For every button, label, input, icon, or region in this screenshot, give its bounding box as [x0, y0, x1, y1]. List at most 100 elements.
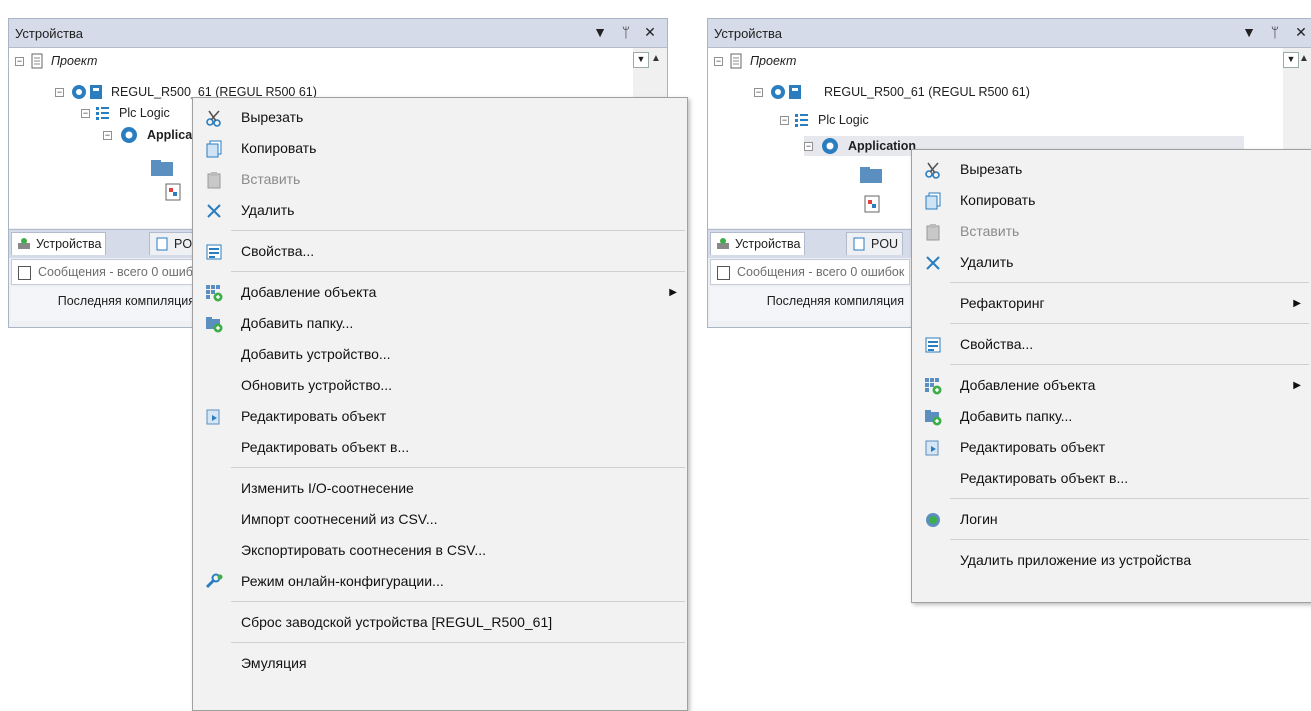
- collapse-icon[interactable]: −: [754, 88, 763, 97]
- menu-item-label: Свойства...: [241, 243, 315, 259]
- application-gear-icon: [822, 138, 838, 154]
- menu-item-label: Сброс заводской устройства [REGUL_R500_6…: [241, 614, 553, 630]
- menu-item-add-folder[interactable]: Добавить папку...: [912, 401, 1311, 432]
- menu-item-item-16[interactable]: Удалить приложение из устройства: [912, 545, 1311, 576]
- menu-item-item-16[interactable]: Экспортировать соотнесения в CSV...: [193, 535, 687, 566]
- tab-label: POU: [871, 237, 899, 251]
- dropdown-icon[interactable]: ▼: [633, 52, 649, 68]
- pin-icon[interactable]: ᛘ: [1266, 23, 1284, 41]
- scroll-up-icon[interactable]: ▲: [649, 52, 663, 66]
- menu-item-label: Изменить I/O-соотнесение: [241, 480, 414, 496]
- edit-object-icon: [925, 440, 939, 456]
- close-icon[interactable]: ✕: [641, 23, 659, 41]
- submenu-arrow-icon: ▶: [1293, 380, 1301, 391]
- pin-icon[interactable]: ᛘ: [617, 23, 635, 41]
- collapse-icon[interactable]: −: [81, 109, 90, 118]
- menu-separator: [950, 498, 1309, 499]
- collapse-icon[interactable]: −: [103, 131, 112, 140]
- menu-item-label: Удалить приложение из устройства: [960, 552, 1192, 568]
- menu-item-label: Импорт соотнесений из CSV...: [241, 511, 438, 527]
- menu-item-add-folder[interactable]: Добавить папку...: [193, 308, 687, 339]
- messages-bar[interactable]: Сообщения - всего 0 ошибок: [710, 259, 910, 285]
- menu-item-item-15[interactable]: Импорт соотнесений из CSV...: [193, 504, 687, 535]
- menu-item-item-19[interactable]: Сброс заводской устройства [REGUL_R500_6…: [193, 607, 687, 638]
- dropdown-icon[interactable]: ▼: [591, 23, 609, 41]
- menu-item-label: Удалить: [960, 254, 1014, 270]
- menu-separator: [231, 230, 685, 231]
- tree-item-plc-prg[interactable]: [862, 194, 884, 214]
- program-icon: [864, 195, 880, 213]
- menu-item-item-14[interactable]: Изменить I/O-соотнесение: [193, 473, 687, 504]
- menu-item-label: Удалить: [241, 202, 295, 218]
- menu-item-label: Рефакторинг: [960, 295, 1045, 311]
- messages-bar[interactable]: Сообщения - всего 0 ошибок: [11, 259, 201, 285]
- messages-text: Сообщения - всего 0 ошибок: [737, 265, 905, 279]
- scroll-up-icon[interactable]: ▲: [1297, 52, 1311, 66]
- tab-label: Устройства: [36, 237, 102, 251]
- device-gear-icon: [771, 85, 801, 99]
- menu-item-label: Копировать: [960, 192, 1036, 208]
- menu-item-item-12[interactable]: Редактировать объект в...: [912, 463, 1311, 494]
- properties-icon: [925, 337, 941, 353]
- collapse-icon[interactable]: −: [15, 57, 24, 66]
- collapse-icon[interactable]: −: [804, 142, 813, 151]
- menu-item-delete[interactable]: Удалить: [193, 195, 687, 226]
- tree-item-plc-prg[interactable]: [163, 182, 185, 202]
- menu-item-scissors[interactable]: Вырезать: [193, 102, 687, 133]
- edit-object-icon: [206, 409, 220, 425]
- menu-item-item-21[interactable]: Эмуляция: [193, 648, 687, 679]
- menu-item-properties[interactable]: Свойства...: [193, 236, 687, 267]
- menu-separator: [231, 601, 685, 602]
- messages-icon: [18, 266, 31, 280]
- menu-item-properties[interactable]: Свойства...: [912, 329, 1311, 360]
- column-header: Последняя компиляция: [11, 287, 201, 321]
- menu-item-add-object[interactable]: Добавление объекта ▶: [912, 370, 1311, 401]
- tree-label-device: REGUL_R500_61 (REGUL R500 61): [824, 85, 1030, 99]
- scissors-icon: [925, 162, 940, 179]
- menu-item-copy[interactable]: Копировать: [912, 185, 1311, 216]
- context-menu-left: Вырезать Копировать Вставить Удалить Свойств…: [192, 97, 688, 711]
- add-object-icon: [206, 285, 223, 302]
- tab-pou[interactable]: POU: [846, 232, 904, 255]
- application-gear-icon: [121, 127, 137, 143]
- menu-item-delete[interactable]: Удалить: [912, 247, 1311, 278]
- collapse-icon[interactable]: −: [780, 116, 789, 125]
- menu-item-online-config[interactable]: Режим онлайн-конфигурации...: [193, 566, 687, 597]
- collapse-icon[interactable]: −: [714, 57, 723, 66]
- menu-item-label: Добавление объекта: [241, 284, 377, 300]
- tree-item-library[interactable]: [858, 165, 886, 185]
- menu-separator: [950, 539, 1309, 540]
- tree-item-library[interactable]: [149, 158, 177, 178]
- menu-separator: [950, 323, 1309, 324]
- menu-item-item-5[interactable]: Рефакторинг ▶: [912, 288, 1311, 319]
- menu-item-edit-object[interactable]: Редактировать объект: [912, 432, 1311, 463]
- menu-item-label: Вставить: [241, 171, 301, 187]
- close-icon[interactable]: ✕: [1292, 23, 1310, 41]
- menu-item-label: Вставить: [960, 223, 1020, 239]
- menu-item-edit-object[interactable]: Редактировать объект: [193, 401, 687, 432]
- copy-icon: [206, 140, 222, 158]
- dropdown-icon[interactable]: ▼: [1240, 23, 1258, 41]
- tab-devices[interactable]: Устройства: [710, 232, 806, 255]
- folder-icon: [151, 160, 173, 176]
- menu-item-login[interactable]: Логин: [912, 504, 1311, 535]
- menu-item-copy[interactable]: Копировать: [193, 133, 687, 164]
- menu-item-label: Вырезать: [241, 109, 304, 125]
- menu-item-add-object[interactable]: Добавление объекта ▶: [193, 277, 687, 308]
- menu-item-item-10[interactable]: Обновить устройство...: [193, 370, 687, 401]
- column-header: Последняя компиляция: [710, 287, 910, 321]
- panel-titlebar: Устройства ▼ ᛘ ✕: [9, 19, 667, 48]
- paste-icon: [207, 172, 221, 189]
- menu-item-scissors[interactable]: Вырезать: [912, 154, 1311, 185]
- menu-item-label: Редактировать объект в...: [960, 470, 1129, 486]
- pou-icon: [853, 237, 865, 251]
- column-header-label: Последняя компиляция: [766, 294, 904, 308]
- menu-item-item-12[interactable]: Редактировать объект в...: [193, 432, 687, 463]
- devices-icon: [18, 238, 30, 249]
- tab-label: Устройства: [735, 237, 801, 251]
- tab-devices[interactable]: Устройства: [11, 232, 107, 255]
- menu-item-item-9[interactable]: Добавить устройство...: [193, 339, 687, 370]
- menu-item-label: Экспортировать соотнесения в CSV...: [241, 542, 487, 558]
- collapse-icon[interactable]: −: [55, 88, 64, 97]
- plc-logic-icon: [795, 114, 808, 127]
